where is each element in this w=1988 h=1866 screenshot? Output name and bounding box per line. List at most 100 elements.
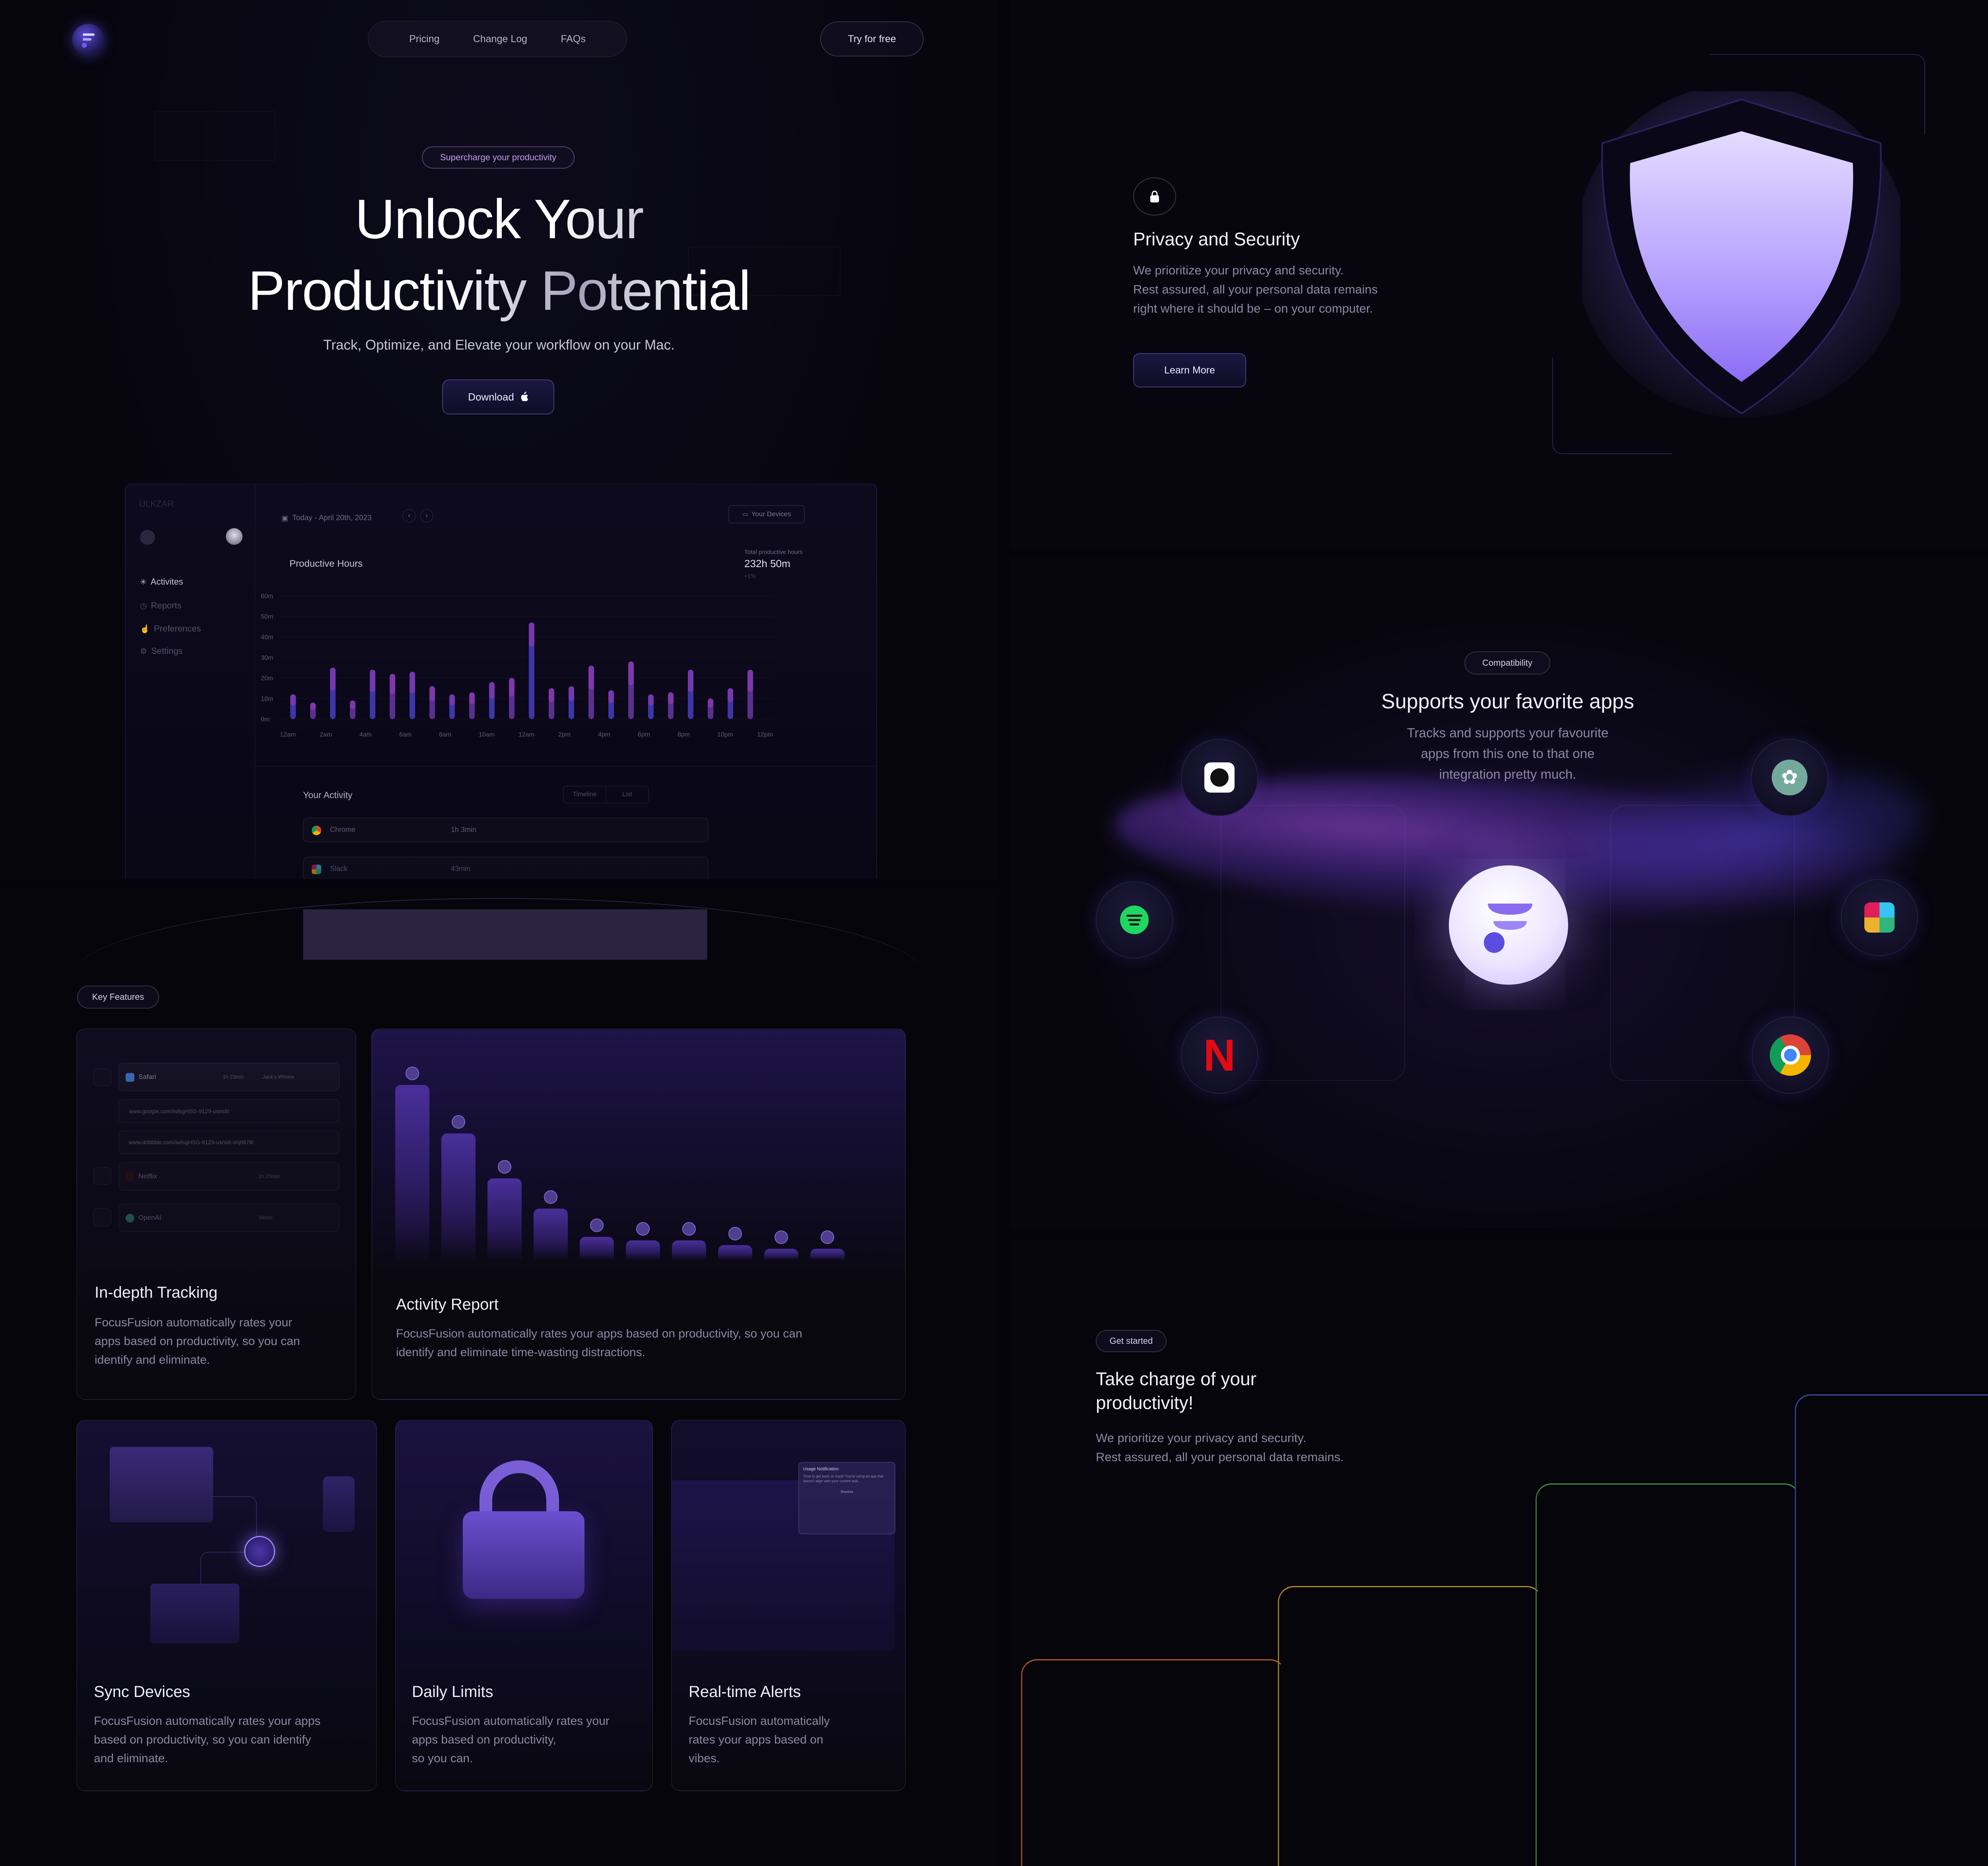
report-bar [764,1248,798,1260]
tracking-row[interactable]: Netflix 1h 23min [118,1162,340,1191]
brand-logo-icon[interactable] [72,24,104,56]
chart-bar-highlight [628,661,634,686]
report-bar [580,1237,614,1260]
x-tick-label: 2pm [558,731,571,738]
sidebar-item-settings[interactable]: ⚙ Settings [140,646,182,656]
notification-body: Time to get back on track! You're using … [803,1474,884,1483]
activity-app-name: Slack [330,865,348,873]
report-bar [718,1245,752,1260]
y-tick-label: 30m [261,655,273,661]
sidebar-item-activities[interactable]: ✳ Activites [140,577,183,587]
brand-mark-icon [1484,904,1532,953]
tracking-expand-toggle[interactable] [93,1208,111,1227]
step-card-yellow [1278,1586,1543,1866]
nav-link-changelog[interactable]: Change Log [473,33,527,45]
feature-desc-line: and eliminate. [94,1752,168,1765]
download-label: Download [468,391,514,403]
started-desc-line: We prioritize your privacy and security. [1096,1431,1307,1445]
chart-bar-highlight [549,688,554,702]
activity-row[interactable]: Chrome 1h 3min [303,818,709,842]
chart-bar-highlight [310,702,316,710]
openai-logo: ✿ [1772,760,1807,795]
chrome-icon[interactable] [1752,1017,1829,1094]
nav-link-pricing[interactable]: Pricing [409,33,439,45]
netflix-icon [126,1172,134,1181]
feature-desc-line: rates your apps based on [689,1733,823,1746]
sidebar-item-reports[interactable]: ◷ Reports [140,601,182,611]
your-devices-button[interactable]: ▭ Your Devices [728,505,805,523]
sync-hub-icon [244,1536,275,1567]
feature-desc-line: apps based on productivity, so you can [95,1335,300,1348]
date-picker[interactable]: ▣ Today - April 20th, 2023 [282,514,372,523]
netflix-icon[interactable]: N [1181,1017,1258,1094]
next-day-button[interactable]: › [420,509,433,523]
sidebar-item-label: Activites [150,577,183,587]
slack-icon[interactable] [1841,879,1918,956]
chart-bar-highlight [509,678,514,697]
spotify-wave [1126,914,1142,917]
activity-title: Your Activity [303,790,353,800]
step-card-blue [1795,1394,1988,1866]
y-tick-label: 0m [261,716,270,723]
sidebar-item-preferences[interactable]: ☝ Preferences [140,624,201,634]
prev-day-button[interactable]: ‹ [402,509,416,523]
focusfusion-logo-icon[interactable] [1449,865,1568,985]
chart-bar-highlight [728,688,733,702]
learn-more-button[interactable]: Learn More [1133,353,1246,387]
tracking-row[interactable]: OpenAI 36min [118,1203,340,1232]
feature-desc-line: FocusFusion automatically rates your app… [396,1327,802,1340]
toggle-list[interactable]: List [606,787,648,803]
chart-title: Productive Hours [289,558,363,569]
tracking-url: www.google.com/iwlsgHSG-9129-usns8/ [129,1108,229,1114]
tracking-expand-toggle[interactable] [93,1167,111,1185]
tracking-url: www.dribbble.com/iwlsgHSG-9129-usns8-shj… [129,1139,254,1145]
report-app-icon [590,1219,604,1232]
feature-card-tracking: Safari 1h 23min Jack's iPhone www.google… [76,1028,356,1400]
chart-bar-highlight [449,694,455,706]
spotify-icon[interactable] [1096,881,1173,958]
openai-icon[interactable]: ✿ [1751,739,1828,816]
feature-desc-line: identify and eliminate. [95,1353,210,1366]
download-button[interactable]: Download [442,379,554,414]
compat-desc-line: Tracks and supports your favourite [1407,725,1609,740]
tracking-row[interactable]: Safari 1h 23min Jack's iPhone [118,1063,340,1091]
y-tick-label: 10m [261,696,273,702]
github-logo [1204,762,1235,793]
started-title-line: Take charge of your [1096,1368,1257,1389]
privacy-desc-line: We prioritize your privacy and security. [1133,263,1344,277]
x-tick-label: 12am [518,731,534,738]
tracking-url-row[interactable]: www.google.com/iwlsgHSG-9129-usns8/ [118,1099,340,1123]
hero-panel: Pricing Change Log FAQs Try for free Sup… [0,0,998,879]
user-avatar[interactable] [226,528,243,545]
activity-icon: ✳ [140,577,147,587]
view-toggle[interactable]: Timeline List [563,786,649,803]
nav-link-faqs[interactable]: FAQs [561,33,586,45]
activity-row[interactable]: Slack 43min [303,857,709,879]
laptop-device-icon [110,1447,213,1522]
calendar-icon: ▣ [282,514,289,522]
github-icon[interactable] [1181,739,1258,816]
report-app-icon [498,1160,511,1174]
sidebar-item-label: Reports [151,601,182,610]
bg-grid-decoration [155,111,276,161]
total-hours-label: Total productive hours [744,549,803,556]
feature-desc-line: FocusFusion automatically rates your [95,1316,292,1329]
tracking-url-row[interactable]: www.dribbble.com/iwlsgHSG-9129-usns8-shj… [118,1130,340,1154]
chart-bar-highlight [529,622,534,647]
try-for-free-button[interactable]: Try for free [820,21,924,56]
report-app-icon [728,1227,742,1241]
feature-desc-line: so you can. [412,1752,473,1765]
report-app-icon [775,1230,788,1244]
compatibility-badge: Compatibility [1464,651,1550,674]
notification-dismiss-button[interactable]: Dismiss [803,1490,891,1494]
report-bar [672,1240,706,1260]
report-bar [487,1178,522,1260]
hero-title-line1: Unlock Your [0,187,998,251]
hero-badge: Supercharge your productivity [422,146,575,169]
feature-desc-line: based on productivity, so you can identi… [94,1733,311,1746]
dashboard-app-name: ULKZAR [139,499,174,509]
tracking-expand-toggle[interactable] [93,1068,111,1087]
x-tick-label: 2am [320,731,332,738]
chart-bar-highlight [469,692,475,705]
toggle-timeline[interactable]: Timeline [564,787,606,803]
